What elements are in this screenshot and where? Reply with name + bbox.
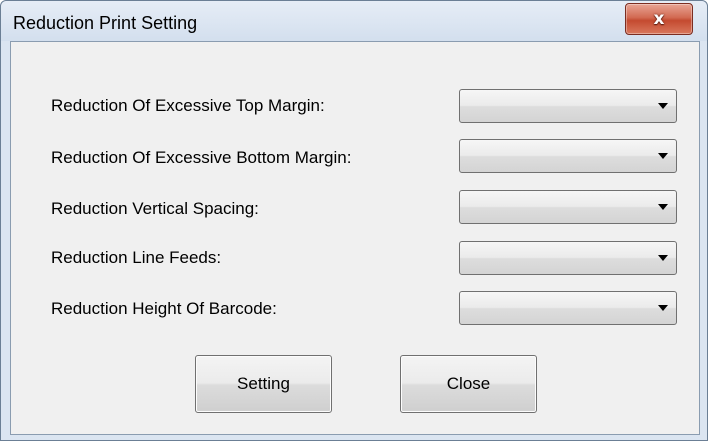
barcode-height-label: Reduction Height Of Barcode: <box>51 299 277 318</box>
vertical-spacing-label: Reduction Vertical Spacing: <box>51 199 259 218</box>
chevron-down-icon <box>658 305 668 311</box>
close-icon: x <box>653 8 665 29</box>
bottom-margin-label: Reduction Of Excessive Bottom Margin: <box>51 148 352 167</box>
line-feeds-label: Reduction Line Feeds: <box>51 248 222 267</box>
chevron-down-icon <box>658 255 668 261</box>
chevron-down-icon <box>658 204 668 210</box>
vertical-spacing-select[interactable] <box>459 190 677 224</box>
setting-button[interactable]: Setting <box>195 355 332 413</box>
line-feeds-select[interactable] <box>459 241 677 275</box>
window-close-button[interactable]: x <box>625 3 693 35</box>
barcode-height-select[interactable] <box>459 291 677 325</box>
chevron-down-icon <box>658 103 668 109</box>
window-title: Reduction Print Setting <box>13 13 198 33</box>
title-bar[interactable]: Reduction Print Setting x <box>1 1 707 41</box>
chevron-down-icon <box>658 153 668 159</box>
top-margin-select[interactable] <box>459 89 677 123</box>
top-margin-label: Reduction Of Excessive Top Margin: <box>51 96 325 115</box>
close-button[interactable]: Close <box>400 355 537 413</box>
settings-panel: Reduction Of Excessive Top Margin: Reduc… <box>10 41 700 435</box>
bottom-margin-select[interactable] <box>459 139 677 173</box>
dialog-window: Reduction Print Setting x Reduction Of E… <box>0 0 708 441</box>
